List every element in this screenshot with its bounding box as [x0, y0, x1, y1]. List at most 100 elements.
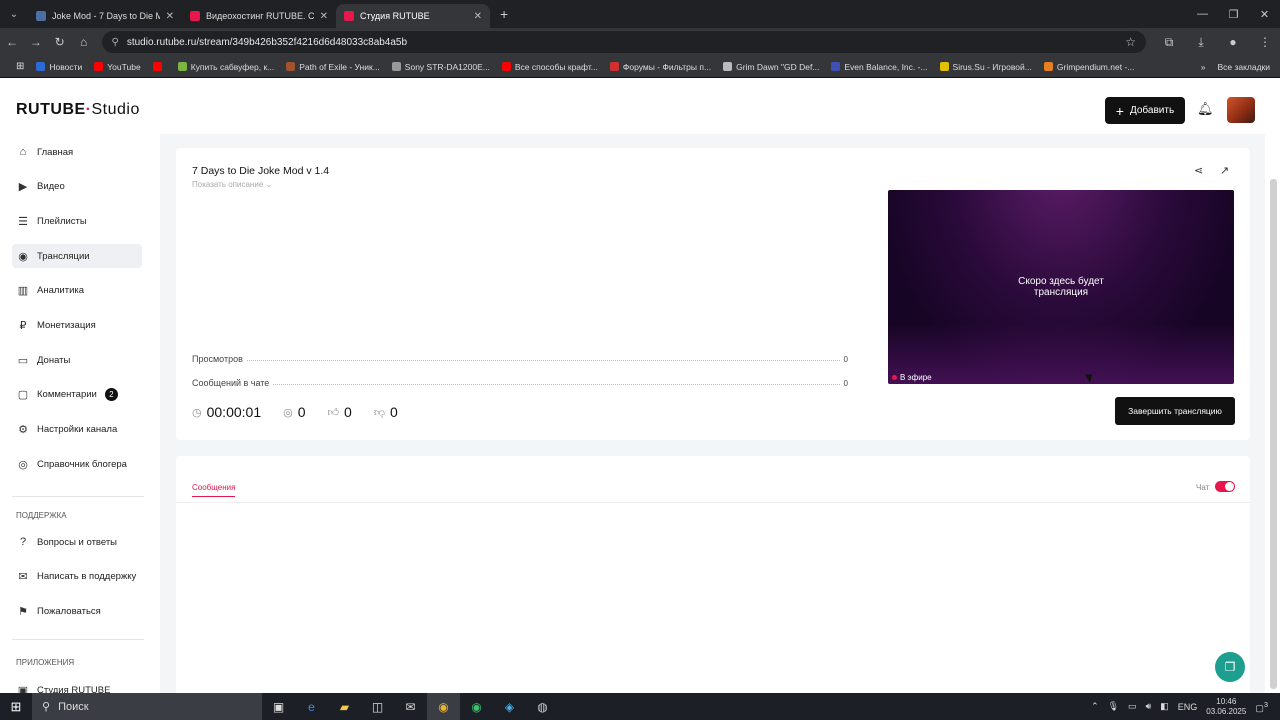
url-text: studio.rutube.ru/stream/349b426b352f4216…	[126, 36, 408, 48]
sidebar-item[interactable]: ◎ Справочник блогера	[12, 452, 142, 476]
sidebar-item[interactable]: ₽ Монетизация	[12, 314, 142, 338]
bookmark-item[interactable]: Форумы - Фильтры п...	[604, 62, 717, 72]
browser-tab[interactable]: Видеохостинг RUTUBE. Смотрит ✕	[182, 4, 336, 28]
bookmark-item[interactable]	[147, 62, 172, 72]
new-tab-button[interactable]: +	[500, 6, 508, 22]
sidebar-item-label: Справочник блогера	[37, 458, 127, 470]
back-icon[interactable]: ←	[0, 30, 24, 54]
sidebar-item[interactable]: ◉ Трансляции	[12, 244, 142, 269]
language-indicator[interactable]: ENG	[1178, 702, 1198, 712]
stream-preview-player[interactable]: Скоро здесь будет трансляция В эфире	[888, 190, 1234, 384]
bookmark-item[interactable]: Все способы крафт...	[496, 62, 604, 72]
sidebar-item[interactable]: ▥ Аналитика	[12, 279, 142, 303]
bell-icon[interactable]: 🔔︎	[1197, 101, 1214, 117]
support-chat-button[interactable]: ❐	[1215, 652, 1245, 682]
bookmarks-bar: ⊞ Новости YouTube Купить сабвуфер, к... Pat…	[0, 56, 1280, 78]
bookmark-star-icon[interactable]: ☆	[1125, 35, 1136, 49]
bookmark-item[interactable]: Grim Dawn "GD Def...	[717, 62, 825, 72]
store-icon[interactable]: ◫	[361, 693, 394, 720]
sidebar-item[interactable]: ? Вопросы и ответы	[12, 530, 142, 554]
mic-icon[interactable]: 🎙︎	[1108, 701, 1119, 712]
forward-icon[interactable]: →	[24, 30, 48, 54]
apps-grid-icon[interactable]: ⊞	[10, 61, 30, 72]
maximize-icon[interactable]: ❐	[1218, 0, 1249, 28]
chrome-icon[interactable]: ◉	[427, 693, 460, 720]
playlist-icon: ☰	[18, 215, 28, 228]
show-description-link[interactable]: Показать описание ⌄	[192, 180, 272, 189]
bookmark-item[interactable]: YouTube	[88, 62, 146, 72]
dislikes-metric: 👎︎ 0	[374, 404, 398, 420]
sidebar-item-label: Настройки канала	[37, 424, 118, 436]
notifications-icon[interactable]: ▢3	[1255, 700, 1268, 714]
bookmark-item[interactable]: Купить сабвуфер, к...	[172, 62, 281, 72]
tab-search-icon[interactable]: ⌄	[0, 0, 28, 28]
browser-tab[interactable]: Студия RUTUBE ✕	[336, 4, 490, 28]
bookmark-label: Sony STR-DA1200E...	[404, 61, 490, 72]
sidebar-item[interactable]: ⚑ Пожаловаться	[12, 599, 142, 623]
notification-count: 3	[1263, 699, 1268, 709]
all-bookmarks[interactable]: Все закладки	[1217, 62, 1270, 72]
sidebar-item[interactable]: ▭ Донаты	[12, 348, 142, 372]
bookmark-item[interactable]: Sony STR-DA1200E...	[386, 62, 496, 72]
broadcast-icon: ◉	[18, 250, 28, 263]
bookmark-item[interactable]: Path of Exile - Уник...	[280, 62, 386, 72]
sidebar-item[interactable]: ✉ Написать в поддержку	[12, 565, 142, 589]
sidebar-item[interactable]: ▢ Комментарии 2	[12, 383, 142, 407]
player-text-line2: трансляция	[1033, 287, 1089, 298]
monetization-icon: ₽	[19, 320, 27, 332]
sidebar-item-label: Донаты	[37, 354, 71, 366]
file-explorer-icon[interactable]: ▰	[328, 693, 361, 720]
browser-menu-icon[interactable]: ⋮	[1250, 30, 1280, 54]
add-button[interactable]: + Добавить	[1105, 97, 1185, 124]
close-window-icon[interactable]: ✕	[1249, 0, 1280, 28]
bookmark-label: Форумы - Фильтры п...	[622, 61, 712, 72]
network-icon[interactable]: ▭	[1128, 701, 1137, 712]
bookmark-item[interactable]: Новости	[30, 62, 88, 72]
extensions-icon[interactable]: ⧉	[1154, 30, 1184, 54]
chrome-alt-icon[interactable]: ◉	[460, 693, 493, 720]
task-view-icon[interactable]: ▣	[262, 693, 295, 720]
page-scrollbar[interactable]	[1270, 179, 1277, 689]
avatar[interactable]	[1227, 97, 1255, 123]
rutube-studio-logo[interactable]: RUTUBE·Studio	[16, 101, 140, 119]
tab-close-icon[interactable]: ✕	[320, 11, 328, 22]
obs-icon[interactable]: ◍	[526, 693, 559, 720]
add-button-label: Добавить	[1129, 105, 1175, 116]
sidebar-item[interactable]: ▶ Видео	[12, 175, 142, 199]
end-stream-button[interactable]: Завершить трансляцию	[1115, 397, 1235, 425]
windows-start-icon[interactable]: ⊞	[0, 693, 32, 720]
browser-tab[interactable]: Joke Mod - 7 Days to Die Mods ✕	[28, 4, 182, 28]
tray-overflow-icon[interactable]: ⌃	[1091, 701, 1099, 712]
taskbar-search[interactable]: ⚲ Поиск	[32, 693, 262, 720]
profile-icon[interactable]: ●	[1218, 30, 1248, 54]
bookmark-item[interactable]: Sirus.Su - Игровой...	[934, 62, 1038, 72]
share-icon[interactable]: ⋖	[1194, 164, 1203, 177]
bookmark-item[interactable]: Grimpendium.net -...	[1038, 62, 1140, 72]
tab-close-icon[interactable]: ✕	[166, 11, 174, 22]
bookmarks-overflow-icon[interactable]: »	[1201, 62, 1206, 72]
download-icon[interactable]: ⤓	[1186, 30, 1216, 54]
volume-icon[interactable]: 🔊︎	[1146, 701, 1152, 712]
external-link-icon[interactable]: ↗	[1220, 164, 1229, 177]
bookmark-item[interactable]: Even Balance, Inc. -...	[825, 62, 933, 72]
gear-icon: ⚙	[18, 424, 28, 437]
sidebar-item[interactable]: ☰ Плейлисты	[12, 209, 142, 233]
tab-messages[interactable]: Сообщения	[192, 483, 236, 497]
sidebar-item[interactable]: ⌂ Главная	[12, 140, 142, 164]
clock[interactable]: 10:46 03.06.2025	[1206, 697, 1246, 717]
url-field[interactable]: ⚲ studio.rutube.ru/stream/349b426b352f42…	[101, 31, 1147, 53]
sidebar-item[interactable]: ⚙ Настройки канала	[12, 418, 142, 442]
app-blue-icon[interactable]: ◈	[493, 693, 526, 720]
bookmark-favicon-icon	[939, 62, 949, 71]
stream-title: 7 Days to Die Joke Mod v 1.4	[192, 165, 330, 177]
edge-icon[interactable]: e	[295, 693, 328, 720]
window-controls: — ❐ ✕	[1187, 0, 1280, 28]
site-info-icon[interactable]: ⚲	[112, 37, 119, 48]
home-browser-icon[interactable]: ⌂	[72, 30, 96, 54]
chat-toggle[interactable]	[1215, 481, 1235, 492]
reload-icon[interactable]: ↻	[48, 30, 72, 54]
tray-app-icon[interactable]: ◧	[1160, 701, 1169, 712]
mail-app-icon[interactable]: ✉	[394, 693, 427, 720]
minimize-icon[interactable]: —	[1187, 0, 1218, 28]
tab-close-icon[interactable]: ✕	[474, 11, 482, 22]
